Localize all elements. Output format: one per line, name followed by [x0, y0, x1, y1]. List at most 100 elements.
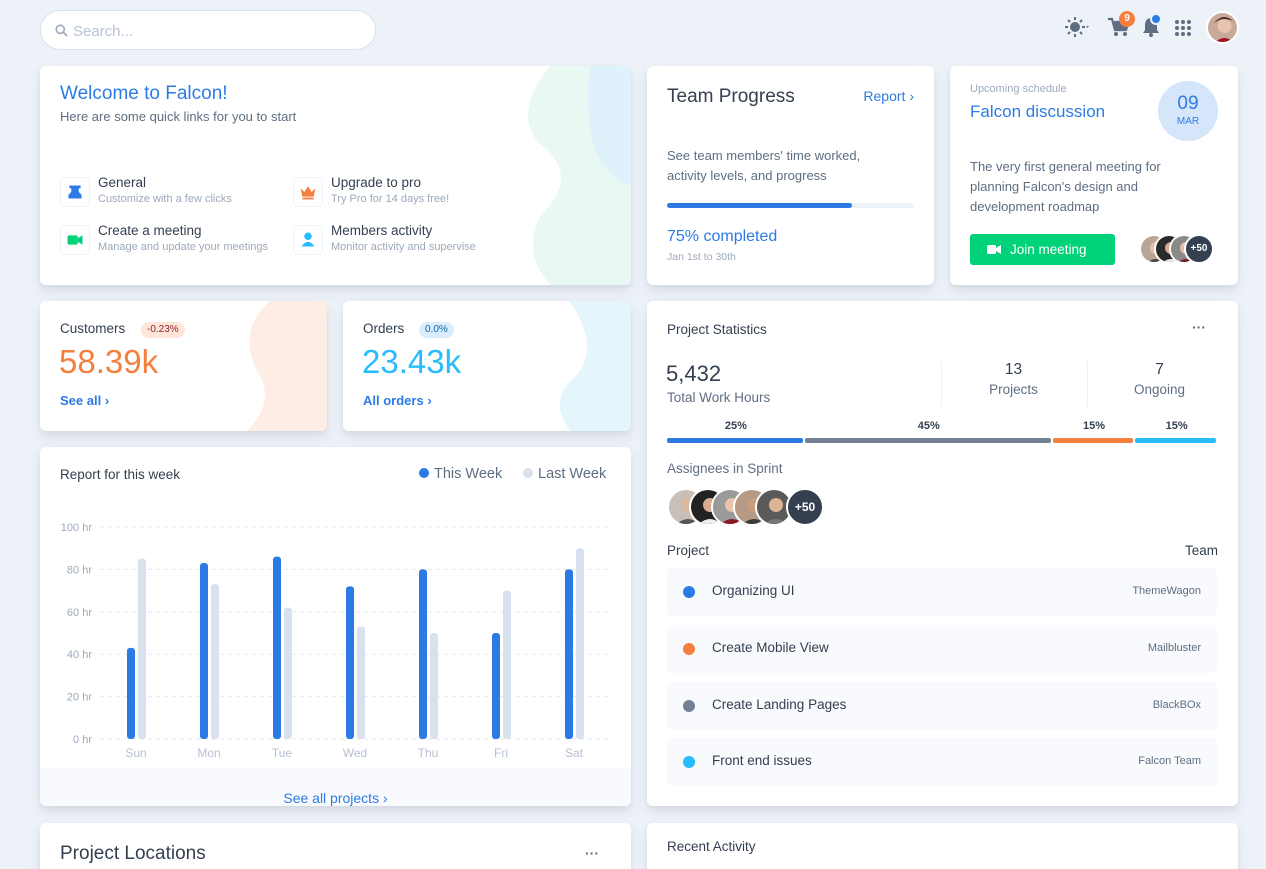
report-link-label: Report [863, 88, 906, 104]
project-locations-title: Project Locations [60, 843, 206, 864]
quick-link-general[interactable]: General Customize with a few clicks [60, 173, 280, 209]
x-tick-label: Fri [494, 746, 508, 760]
crown-icon [300, 186, 316, 200]
progress-segment-label: 15% [1082, 420, 1106, 432]
quick-link-title: Upgrade to pro [331, 175, 422, 190]
all-orders-label: All orders [363, 393, 424, 408]
join-meeting-button[interactable]: Join meeting [970, 234, 1115, 265]
ongoing-label: Ongoing [1133, 382, 1186, 397]
team-progress-percent: 75% completed [667, 228, 778, 245]
more-options-icon[interactable]: ··· [585, 845, 599, 861]
user-avatar[interactable] [1206, 11, 1239, 44]
progress-segment-label: 25% [724, 420, 747, 432]
x-tick-label: Tue [272, 746, 293, 760]
legend-dot [419, 468, 429, 478]
project-name: Organizing UI [712, 583, 795, 598]
quick-link-subtitle: Try Pro for 14 days free! [331, 193, 450, 205]
report-link[interactable]: Report › [863, 88, 914, 104]
projects-label: Projects [989, 382, 1038, 397]
progress-segment [667, 438, 803, 443]
orders-all-link[interactable]: All orders › [363, 393, 432, 408]
project-status-dot [683, 700, 695, 712]
project-name: Create Mobile View [712, 640, 829, 655]
orders-bg-shape [559, 301, 631, 431]
x-tick-label: Sat [565, 746, 584, 760]
weekly-report-footer: See all projects › [40, 768, 631, 806]
x-tick-label: Wed [343, 746, 367, 760]
project-statistics-title: Project Statistics [667, 322, 767, 337]
project-team: ThemeWagon [1132, 585, 1201, 597]
bar-this-week[interactable] [419, 569, 427, 739]
project-column-header: Project [667, 543, 710, 558]
bar-last-week[interactable] [284, 607, 292, 739]
y-tick-label: 100 hr [61, 522, 93, 534]
team-progress-card: Team Progress Report › See team members'… [647, 66, 934, 285]
quick-link-members[interactable]: Members activity Monitor activity and su… [293, 221, 513, 257]
project-statistics-card: Project Statistics ··· 5,432 Total Work … [647, 301, 1238, 806]
project-team: Mailbluster [1147, 642, 1201, 654]
y-tick-label: 60 hr [67, 607, 92, 619]
x-tick-label: Thu [418, 746, 439, 760]
schedule-card: Upcoming schedule Falcon discussion 09 M… [950, 66, 1238, 285]
see-all-projects-label: See all projects [283, 790, 380, 806]
see-all-projects-link[interactable]: See all projects › [283, 779, 387, 806]
quick-link-title: Create a meeting [98, 223, 202, 238]
schedule-title[interactable]: Falcon discussion [970, 102, 1105, 122]
bar-last-week[interactable] [503, 590, 511, 739]
search-icon [55, 24, 68, 37]
quick-link-title: Members activity [331, 223, 433, 238]
welcome-subtitle: Here are some quick links for you to sta… [60, 109, 297, 124]
video-icon [987, 245, 1001, 254]
apps-grid-icon[interactable] [1172, 14, 1198, 40]
progress-segment [1052, 438, 1134, 443]
bar-last-week[interactable] [576, 548, 584, 739]
search-box [40, 10, 376, 50]
welcome-title: Welcome to Falcon! [60, 83, 228, 104]
more-options-icon[interactable]: ··· [1192, 319, 1206, 335]
x-tick-label: Sun [125, 746, 146, 760]
project-status-dot [683, 756, 695, 768]
bar-last-week[interactable] [430, 633, 438, 739]
team-progress-bar [667, 203, 914, 208]
assignees-more-badge[interactable]: +50 [786, 488, 824, 526]
legend-this-week[interactable]: This Week [419, 466, 502, 482]
bar-this-week[interactable] [200, 563, 208, 739]
bar-this-week[interactable] [492, 633, 500, 739]
weekly-report-title: Report for this week [60, 467, 181, 482]
ongoing-count: 7 [1155, 361, 1164, 378]
project-row[interactable]: Organizing UI ThemeWagon [667, 568, 1217, 616]
bar-last-week[interactable] [211, 584, 219, 739]
project-row[interactable]: Create Landing Pages BlackBOx [667, 682, 1217, 730]
quick-link-upgrade[interactable]: Upgrade to pro Try Pro for 14 days free! [293, 173, 513, 209]
search-input[interactable] [73, 20, 363, 42]
y-tick-label: 80 hr [67, 564, 92, 576]
project-row[interactable]: Create Mobile View Mailbluster [667, 625, 1217, 673]
bar-this-week[interactable] [346, 586, 354, 739]
quick-link-icon-box [60, 225, 90, 255]
notification-dot [1150, 13, 1162, 25]
assignees-avatars: +50 [667, 488, 837, 526]
video-icon [67, 235, 83, 245]
project-name: Front end issues [712, 753, 812, 768]
project-row[interactable]: Front end issues Falcon Team [667, 738, 1217, 786]
y-tick-label: 0 hr [73, 734, 92, 746]
schedule-label: Upcoming schedule [970, 83, 1067, 95]
theme-toggle-icon[interactable] [1064, 14, 1090, 40]
quick-link-meeting[interactable]: Create a meeting Manage and update your … [60, 221, 280, 257]
bar-last-week[interactable] [357, 626, 365, 739]
customers-see-all-link[interactable]: See all › [60, 393, 109, 408]
bar-this-week[interactable] [127, 647, 135, 739]
legend-dot [523, 468, 533, 478]
legend-last-week[interactable]: Last Week [523, 466, 606, 482]
customers-change-badge: -0.23% [141, 322, 185, 338]
project-team: BlackBOx [1152, 699, 1201, 711]
orders-card: Orders 0.0% 23.43k All orders › [343, 301, 631, 431]
projects-count: 13 [1004, 361, 1023, 378]
attendees-more-badge[interactable]: +50 [1184, 234, 1214, 264]
total-hours-value: 5,432 [666, 361, 722, 386]
bar-last-week[interactable] [138, 558, 146, 739]
bar-this-week[interactable] [273, 556, 281, 739]
chevron-right-icon: › [104, 393, 110, 408]
bar-this-week[interactable] [565, 569, 573, 739]
meeting-attendees: +50 [1139, 234, 1219, 268]
